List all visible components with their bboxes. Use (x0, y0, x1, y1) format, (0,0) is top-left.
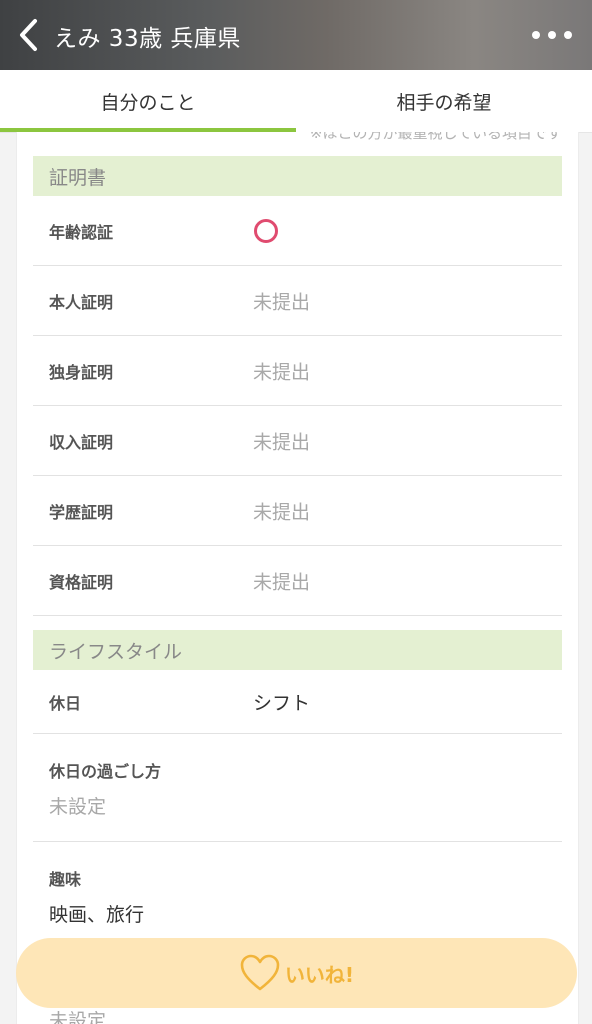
lifestyle-label: 休日の過ごし方 (49, 762, 162, 781)
page-title: えみ 33歳 兵庫県 (54, 26, 241, 52)
lifestyle-value: シフト (253, 692, 311, 714)
like-button-label: いいね! (284, 962, 355, 987)
cert-label: 本人証明 (49, 292, 114, 312)
profile-screen: えみ 33歳 兵庫県 自分のこと 相手の希望 ※ほこの方が最重視している項目です… (0, 0, 592, 1024)
partial-value: 未設定 (49, 1010, 107, 1024)
cert-row-education: 学歴証明 未提出 (33, 476, 562, 546)
cert-value: 未提出 (253, 571, 311, 593)
lifestyle-value: 未設定 (49, 796, 107, 818)
back-button[interactable] (8, 13, 48, 57)
lifestyle-label: 趣味 (49, 870, 82, 889)
lifestyle-label: 休日 (49, 693, 82, 713)
like-button[interactable]: いいね! (16, 938, 577, 1008)
lifestyle-row-holiday-spending: 休日の過ごし方 未設定 (33, 734, 562, 842)
cert-row-single: 独身証明 未提出 (33, 336, 562, 406)
tab-partner-preference[interactable]: 相手の希望 (296, 70, 592, 132)
cert-row-qualification: 資格証明 未提出 (33, 546, 562, 616)
lifestyle-row-holiday: 休日 シフト (33, 670, 562, 734)
cert-label: 独身証明 (49, 362, 114, 382)
cert-value: 未提出 (253, 291, 311, 313)
cert-value: 未提出 (253, 431, 311, 453)
cert-row-age: 年齢認証 (33, 196, 562, 266)
tab-about-me[interactable]: 自分のこと (0, 70, 296, 132)
section-header-lifestyle: ライフスタイル (33, 630, 562, 670)
section-header-certificates: 証明書 (33, 156, 562, 196)
cert-value: 未提出 (253, 361, 311, 383)
tab-bar: 自分のこと 相手の希望 (0, 70, 592, 133)
cut-off-note: ※ほこの方が最重視している項目です (309, 132, 562, 142)
cert-label: 収入証明 (49, 432, 114, 452)
cert-row-income: 収入証明 未提出 (33, 406, 562, 476)
heart-outline-icon (240, 954, 280, 991)
cert-label: 資格証明 (49, 572, 114, 592)
cert-label: 学歴証明 (49, 502, 114, 522)
cert-row-identity: 本人証明 未提出 (33, 266, 562, 336)
lifestyle-value: 映画、旅行 (49, 904, 145, 926)
circle-verified-icon (254, 218, 278, 243)
profile-content[interactable]: ※ほこの方が最重視している項目です 証明書 年齢認証 本人証明 未提出 独身証明… (16, 132, 579, 1024)
cert-label: 年齢認証 (49, 222, 114, 242)
app-header: えみ 33歳 兵庫県 (0, 0, 592, 70)
cert-value: 未提出 (253, 501, 311, 523)
chevron-left-icon (20, 19, 37, 51)
more-options-button[interactable] (532, 22, 572, 48)
more-dots-icon (532, 31, 540, 39)
